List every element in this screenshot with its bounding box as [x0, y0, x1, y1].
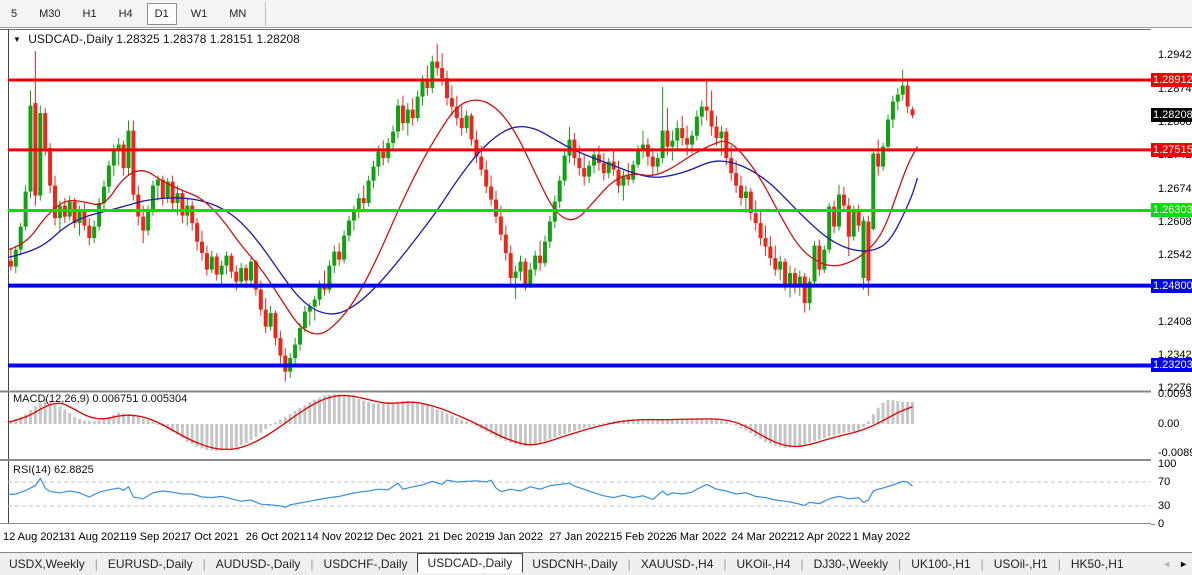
date-label-21-Dec-2021: 21 Dec 2021: [428, 531, 490, 543]
price-tick-1.24080: 1.24080: [1158, 316, 1192, 328]
price-tick-1.25420: 1.25420: [1158, 249, 1192, 261]
date-label-31-Aug-2021: 31 Aug 2021: [64, 531, 126, 543]
chart-tab-USOil-H1[interactable]: USOil-,H1: [985, 555, 1057, 573]
date-label-1-May-2022: 1 May 2022: [853, 531, 910, 543]
symbol-period-label: USDCAD-,Daily: [28, 32, 113, 46]
tab-scroll-left-icon[interactable]: ◄: [1162, 559, 1171, 569]
level-price-chip-1.28912: 1.28912: [1151, 73, 1192, 87]
date-label-2-Dec-2021: 2 Dec 2021: [367, 531, 423, 543]
rsi-tick-70: 70: [1158, 476, 1170, 488]
rsi-tick-100: 100: [1158, 458, 1176, 470]
collapse-triangle-icon[interactable]: ▼: [13, 35, 21, 44]
chart-tabbar: USDX,Weekly|EURUSD-,Daily|AUDUSD-,Daily|…: [0, 552, 1192, 575]
macd-label: MACD(12,26,9) 0.006751 0.005304: [13, 393, 187, 405]
chart-tab-XAUUSD-H4[interactable]: XAUUSD-,H4: [632, 555, 723, 573]
rsi-label: RSI(14) 62.8825: [13, 464, 94, 476]
ohlc-readout: 1.28325 1.28378 1.28151 1.28208: [116, 32, 300, 46]
level-price-chip-1.27515: 1.27515: [1151, 143, 1192, 157]
price-tick-1.26740: 1.26740: [1158, 183, 1192, 195]
chart-tab-USDCNH-Daily[interactable]: USDCNH-,Daily: [523, 555, 626, 573]
date-label-19-Sep-2021: 19 Sep 2021: [124, 531, 186, 543]
candles-layer: [4, 44, 915, 382]
date-label-26-Oct-2021: 26 Oct 2021: [246, 531, 306, 543]
rsi-tick-30: 30: [1158, 500, 1170, 512]
date-label-7-Oct-2021: 7 Oct 2021: [185, 531, 239, 543]
rsi-tick-0: 0: [1158, 518, 1164, 530]
current-price-chip: 1.28208: [1151, 108, 1192, 122]
date-label-27-Jan-2022: 27 Jan 2022: [549, 531, 610, 543]
macd-tick-0.00: 0.00: [1158, 418, 1179, 430]
chart-tab-DJ30-Weekly[interactable]: DJ30-,Weekly: [805, 555, 897, 573]
level-price-chip-1.26303: 1.26303: [1151, 203, 1192, 217]
chart-tab-USDX-Weekly[interactable]: USDX,Weekly: [0, 555, 94, 573]
tab-scroll-right-icon[interactable]: ►: [1179, 559, 1188, 569]
chart-canvas[interactable]: [0, 0, 1192, 575]
level-price-chip-1.23203: 1.23203: [1151, 358, 1192, 372]
chart-tab-USDCAD-Daily[interactable]: USDCAD-,Daily: [417, 553, 524, 573]
price-tick-1.29420: 1.29420: [1158, 49, 1192, 61]
chart-tab-UK100-H1[interactable]: UK100-,H1: [902, 555, 979, 573]
tab-scroll-arrows: ◄►: [1162, 559, 1192, 569]
chart-title: ▼ USDCAD-,Daily 1.28325 1.28378 1.28151 …: [13, 32, 300, 46]
date-label-12-Aug-2021: 12 Aug 2021: [3, 531, 65, 543]
level-price-chip-1.24800: 1.24800: [1151, 279, 1192, 293]
rsi-layer: [6, 478, 1151, 507]
date-label-14-Nov-2021: 14 Nov 2021: [307, 531, 369, 543]
date-label-12-Apr-2022: 12 Apr 2022: [792, 531, 851, 543]
date-label-15-Feb-2022: 15 Feb 2022: [610, 531, 672, 543]
time-axis[interactable]: 12 Aug 202131 Aug 202119 Sep 20217 Oct 2…: [0, 524, 1150, 552]
date-label-6-Mar-2022: 6 Mar 2022: [671, 531, 727, 543]
chart-tab-EURUSD-Daily[interactable]: EURUSD-,Daily: [99, 555, 202, 573]
chart-tab-HK50-H1[interactable]: HK50-,H1: [1062, 555, 1133, 573]
trading-terminal: 5M30H1H4D1W1MN ▼ USDCAD-,Daily 1.28325 1…: [0, 0, 1192, 575]
chart-tab-UKOil-H4[interactable]: UKOil-,H4: [728, 555, 800, 573]
date-label-9-Jan-2022: 9 Jan 2022: [489, 531, 543, 543]
chart-tab-AUDUSD-Daily[interactable]: AUDUSD-,Daily: [207, 555, 310, 573]
date-label-24-Mar-2022: 24 Mar 2022: [731, 531, 793, 543]
rsi-line: [6, 478, 913, 507]
chart-tab-USDCHF-Daily[interactable]: USDCHF-,Daily: [315, 555, 417, 573]
macd-tick-0.009345: 0.009345: [1158, 388, 1192, 400]
price-axis[interactable]: 1.294201.287401.280801.274201.267401.260…: [1151, 29, 1192, 524]
